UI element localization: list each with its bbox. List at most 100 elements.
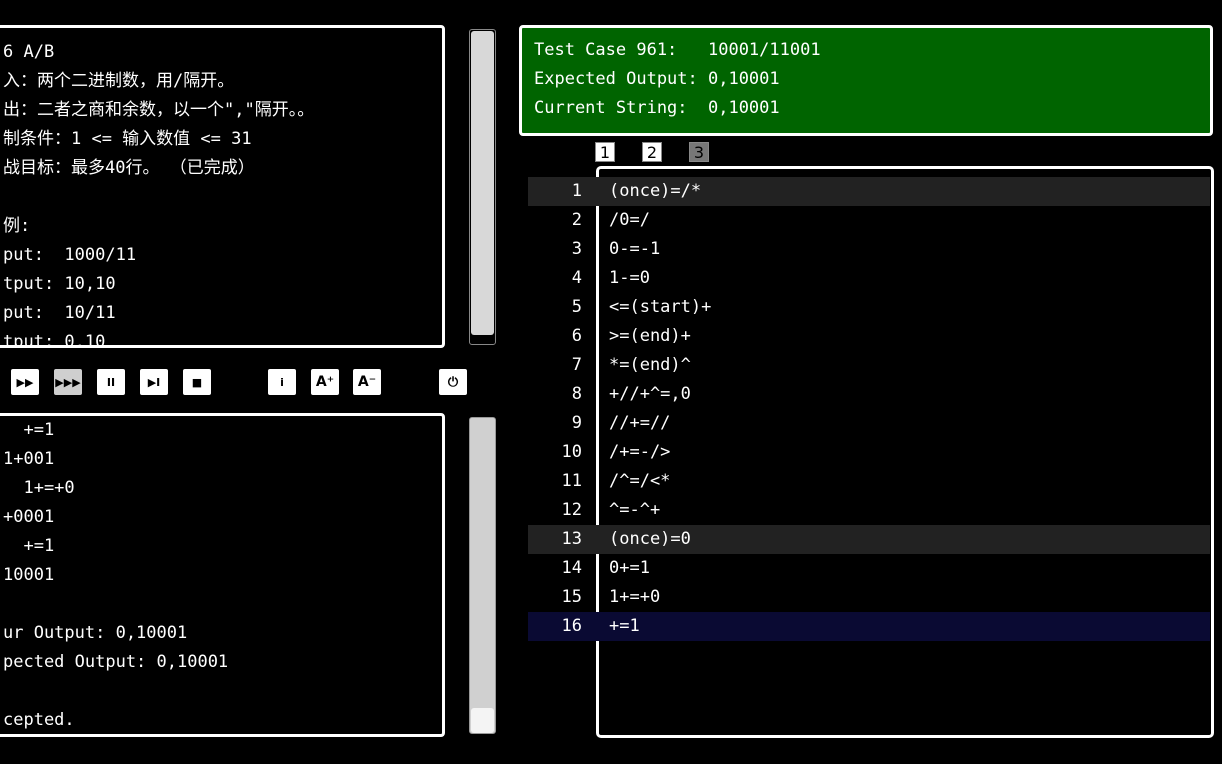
line-number: 5	[571, 297, 582, 317]
code-line[interactable]: 10 /+=-/>	[528, 438, 1210, 467]
code-text: (once)=/*	[609, 181, 702, 201]
info-icon: i	[280, 375, 284, 389]
problem-line: 入：两个二进制数，用/隔开。	[3, 71, 235, 91]
faster-forward-icon: ▶▶▶	[55, 375, 81, 389]
log-panel: +=1 1+001 1+=+0 +0001 +=1 10001 ur Outpu…	[0, 413, 445, 737]
line-number: 12	[561, 500, 582, 520]
log-line: pected Output: 0,10001	[3, 652, 229, 672]
font-bigger-button[interactable]: A⁺	[311, 369, 339, 395]
code-text: 1-=0	[609, 268, 650, 288]
fast-forward-button[interactable]: ▶▶	[11, 369, 39, 395]
line-number: 2	[571, 210, 582, 230]
program-tab-3[interactable]: 3	[689, 142, 709, 162]
code-text: /^=/<*	[609, 471, 671, 491]
line-number: 4	[571, 268, 582, 288]
code-text: +=1	[609, 616, 640, 636]
log-line: +=1	[3, 420, 55, 440]
stop-button[interactable]: ■	[183, 369, 211, 395]
power-button[interactable]: ⏻	[439, 369, 467, 395]
problem-line: put: 10/11	[3, 303, 116, 323]
line-number: 7	[571, 355, 582, 375]
problem-line: 6 A/B	[3, 42, 55, 62]
problem-line: 出：二者之商和余数，以一个","隔开。。	[3, 100, 315, 120]
code-text: 0-=-1	[609, 239, 661, 259]
code-line[interactable]: 12 ^=-^+	[528, 496, 1210, 525]
pause-button[interactable]: II	[97, 369, 125, 395]
code-text: *=(end)^	[609, 355, 691, 375]
code-text: ^=-^+	[609, 500, 661, 520]
font-smaller-button[interactable]: A⁻	[353, 369, 381, 395]
fast-forward-icon: ▶▶	[16, 375, 34, 389]
line-number: 14	[561, 558, 582, 578]
line-number: 13	[561, 529, 582, 549]
program-tab-label: 3	[693, 142, 705, 162]
problem-panel: 6 A/B 入：两个二进制数，用/隔开。 出：二者之商和余数，以一个","隔开。…	[0, 25, 445, 348]
problem-scrollbar[interactable]	[469, 29, 496, 345]
code-line-current[interactable]: 16 +=1	[528, 612, 1210, 641]
code-line[interactable]: 2/0=/	[528, 206, 1210, 235]
code-line[interactable]: 4 1-=0	[528, 264, 1210, 293]
line-number: 6	[571, 326, 582, 346]
font-smaller-icon: A⁻	[357, 374, 377, 390]
problem-scrollbar-thumb[interactable]	[471, 31, 494, 335]
faster-forward-button[interactable]: ▶▶▶	[54, 369, 82, 395]
code-line[interactable]: 5 <=(start)+	[528, 293, 1210, 322]
current-string-text: Current String: 0,10001	[534, 98, 780, 118]
code-text: (once)=0	[609, 529, 691, 549]
code-line[interactable]: 8 +//+^=,0	[528, 380, 1210, 409]
log-line: 10001	[3, 565, 55, 585]
test-status-panel: Test Case 961: 10001/11001 Expected Outp…	[519, 25, 1213, 136]
code-line[interactable]: 6 >=(end)+	[528, 322, 1210, 351]
log-scrollbar-thumb[interactable]	[471, 708, 494, 733]
log-line: +0001	[3, 507, 55, 527]
test-case-text: Test Case 961: 10001/11001	[534, 40, 821, 60]
pause-icon: II	[106, 375, 116, 389]
program-tab-1[interactable]: 1	[595, 142, 615, 162]
code-text: 0+=1	[609, 558, 650, 578]
code-line[interactable]: 1 (once)=/*	[528, 177, 1210, 206]
line-number: 3	[571, 239, 582, 259]
step-icon: ▶I	[147, 375, 161, 389]
code-line[interactable]: 9 //+=//	[528, 409, 1210, 438]
log-line: 1+001	[3, 449, 55, 469]
code-text: +//+^=,0	[609, 384, 691, 404]
code-text: <=(start)+	[609, 297, 712, 317]
log-line: 1+=+0	[3, 478, 75, 498]
info-button[interactable]: i	[268, 369, 296, 395]
line-number: 15	[561, 587, 582, 607]
line-number: 9	[571, 413, 582, 433]
line-number: 16	[561, 616, 582, 636]
code-text: >=(end)+	[609, 326, 691, 346]
code-line[interactable]: 3 0-=-1	[528, 235, 1210, 264]
log-line: cepted.	[3, 710, 75, 730]
problem-line: tput: 0,10	[3, 332, 106, 348]
code-text: /0=/	[609, 210, 650, 230]
program-tab-label: 2	[646, 142, 658, 162]
log-line: +=1	[3, 536, 55, 556]
program-tab-2[interactable]: 2	[642, 142, 662, 162]
line-number: 11	[561, 471, 582, 491]
code-text: //+=//	[609, 413, 671, 433]
log-scrollbar[interactable]	[469, 417, 496, 734]
line-number: 1	[571, 181, 582, 201]
code-line[interactable]: 15 1+=+0	[528, 583, 1210, 612]
code-text: 1+=+0	[609, 587, 661, 607]
code-text: /+=-/>	[609, 442, 671, 462]
code-line[interactable]: 13 (once)=0	[528, 525, 1210, 554]
code-line[interactable]: 7 *=(end)^	[528, 351, 1210, 380]
log-line: ur Output: 0,10001	[3, 623, 188, 643]
problem-line: 制条件：1 <= 输入数值 <= 31	[3, 129, 252, 149]
stop-icon: ■	[191, 375, 203, 389]
font-bigger-icon: A⁺	[315, 374, 335, 390]
problem-line: 例:	[3, 216, 31, 236]
code-line[interactable]: 14 0+=1	[528, 554, 1210, 583]
problem-line: tput: 10,10	[3, 274, 116, 294]
problem-line: put: 1000/11	[3, 245, 137, 265]
power-icon: ⏻	[447, 374, 459, 390]
step-button[interactable]: ▶I	[140, 369, 168, 395]
line-number: 8	[571, 384, 582, 404]
code-line[interactable]: 11 /^=/<*	[528, 467, 1210, 496]
problem-line: 战目标：最多40行。 （已完成）	[3, 158, 255, 178]
expected-output-text: Expected Output: 0,10001	[534, 69, 780, 89]
line-number: 10	[561, 442, 582, 462]
